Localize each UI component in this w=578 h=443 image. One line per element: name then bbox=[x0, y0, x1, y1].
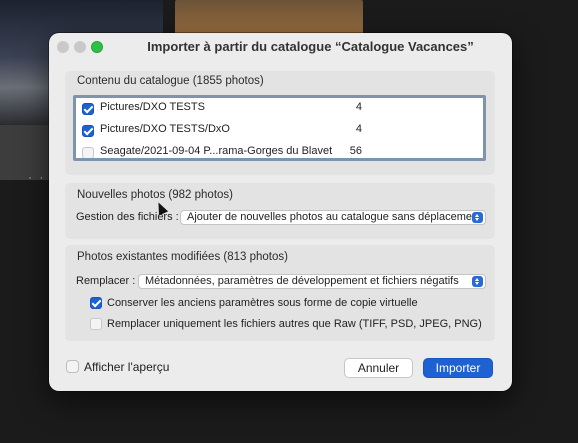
checkbox-unchecked[interactable] bbox=[82, 147, 94, 158]
folder-path: Seagate/2021-09-04 P...rama-Gorges du Bl… bbox=[100, 145, 333, 157]
chevron-updown-icon bbox=[472, 212, 483, 223]
cancel-button[interactable]: Annuler bbox=[344, 358, 413, 378]
folder-path: Pictures/DXO TESTS bbox=[100, 101, 205, 113]
close-icon[interactable] bbox=[57, 41, 69, 53]
zoom-icon[interactable] bbox=[91, 41, 103, 53]
import-catalog-dialog: Importer à partir du catalogue “Catalogu… bbox=[49, 33, 512, 391]
photo-count: 4 bbox=[355, 101, 362, 113]
catalog-folder-list[interactable]: Pictures/DXO TESTS 4 Pictures/DXO TESTS/… bbox=[73, 95, 486, 161]
replace-non-raw-option[interactable]: Remplacer uniquement les fichiers autres… bbox=[90, 318, 490, 332]
checkbox-checked[interactable] bbox=[90, 297, 102, 309]
titlebar: Importer à partir du catalogue “Catalogu… bbox=[49, 33, 512, 61]
new-photos-section-title: Nouvelles photos (982 photos) bbox=[77, 189, 233, 201]
replace-label: Remplacer : bbox=[76, 275, 136, 287]
modified-photos-section-title: Photos existantes modifiées (813 photos) bbox=[77, 251, 288, 263]
chevron-updown-icon bbox=[472, 276, 483, 287]
show-preview-checkbox[interactable] bbox=[66, 360, 79, 373]
file-handling-value: Ajouter de nouvelles photos au catalogue… bbox=[187, 211, 482, 223]
checkbox-checked[interactable] bbox=[82, 103, 94, 115]
keep-virtual-copy-option[interactable]: Conserver les anciens paramètres sous fo… bbox=[90, 297, 490, 311]
show-preview-label[interactable]: Afficher l'aperçu bbox=[84, 360, 169, 374]
checkbox-unchecked[interactable] bbox=[90, 318, 102, 330]
folder-path: Pictures/DXO TESTS/DxO bbox=[100, 123, 230, 135]
catalog-section-title: Contenu du catalogue (1855 photos) bbox=[77, 75, 264, 87]
list-item[interactable]: Pictures/DXO TESTS/DxO 4 bbox=[76, 120, 483, 142]
replace-value: Métadonnées, paramètres de développement… bbox=[145, 275, 459, 287]
checkbox-checked[interactable] bbox=[82, 125, 94, 137]
import-button[interactable]: Importer bbox=[423, 358, 493, 378]
replace-non-raw-label: Remplacer uniquement les fichiers autres… bbox=[107, 318, 482, 330]
minimize-icon[interactable] bbox=[74, 41, 86, 53]
list-item[interactable]: Pictures/DXO TESTS 4 bbox=[76, 98, 483, 120]
photo-count: 4 bbox=[355, 123, 362, 135]
replace-select[interactable]: Métadonnées, paramètres de développement… bbox=[138, 274, 486, 289]
photo-count: 56 bbox=[349, 145, 362, 157]
dialog-title: Importer à partir du catalogue “Catalogu… bbox=[147, 39, 474, 54]
list-item[interactable]: Seagate/2021-09-04 P...rama-Gorges du Bl… bbox=[76, 142, 483, 158]
file-handling-select[interactable]: Ajouter de nouvelles photos au catalogue… bbox=[180, 210, 486, 225]
keep-virtual-copy-label: Conserver les anciens paramètres sous fo… bbox=[107, 297, 418, 309]
